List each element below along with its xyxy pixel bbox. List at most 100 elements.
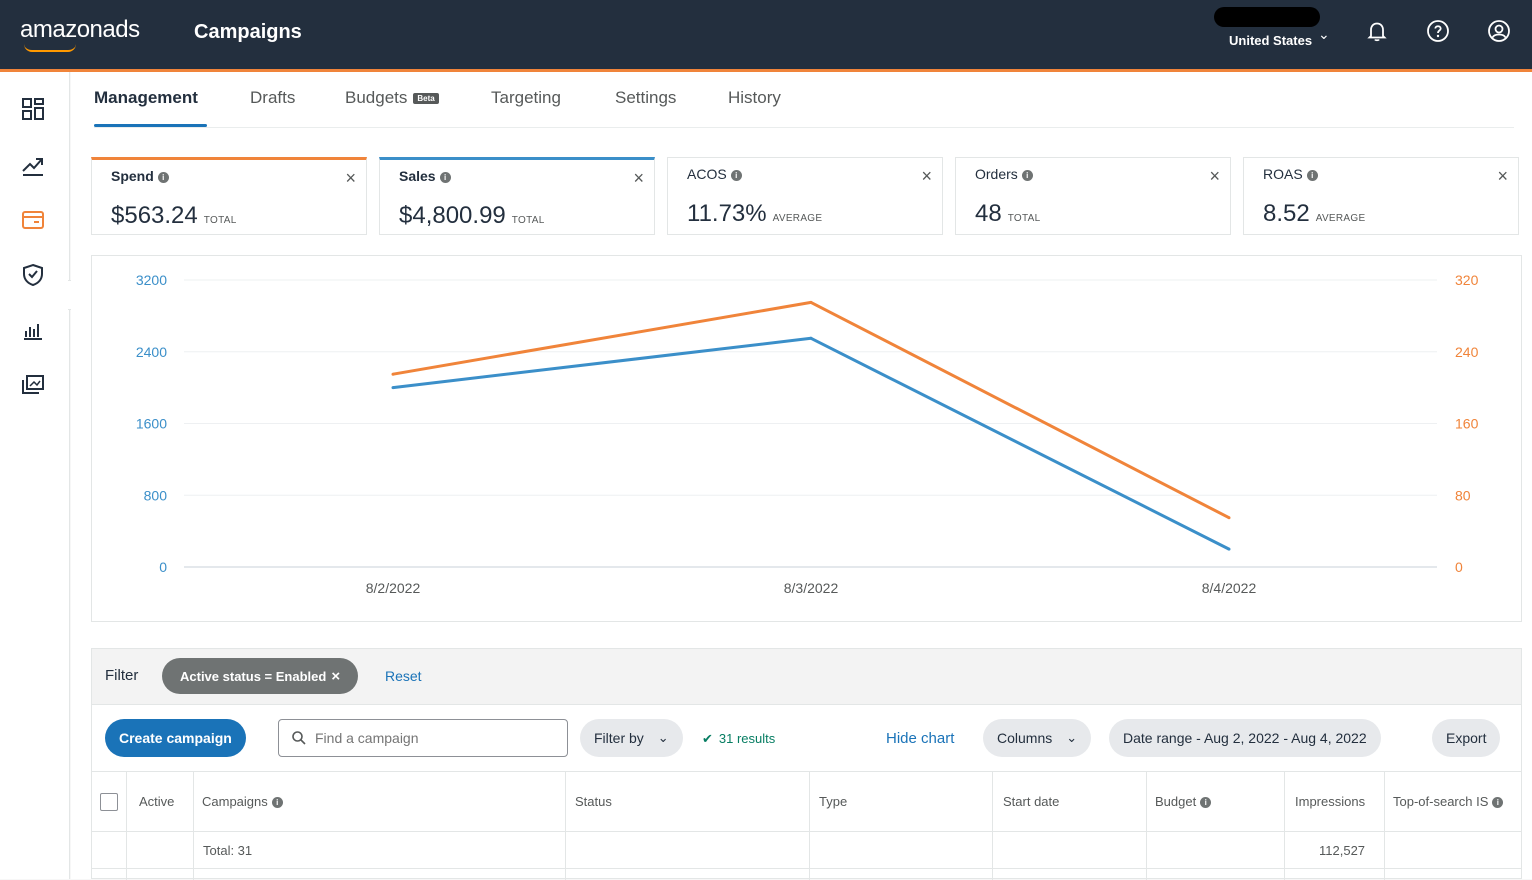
y-axis-left-tick: 0 [159,559,167,575]
column-header-budget[interactable]: Budget i [1155,794,1212,809]
tab-management[interactable]: Management [94,88,207,127]
metric-value: 8.52 AVERAGE [1263,200,1366,227]
column-header-status[interactable]: Status [575,794,612,809]
y-axis-right-tick: 240 [1455,344,1479,360]
chevron-down-icon: ⌄ [1066,730,1078,745]
x-axis-tick: 8/4/2022 [1202,580,1257,596]
data-point-sales [809,336,813,340]
filter-label: Filter [105,667,139,684]
bell-icon[interactable] [1364,18,1390,44]
date-range-picker[interactable]: Date range - Aug 2, 2022 - Aug 4, 2022 [1109,719,1381,757]
info-icon[interactable]: i [157,171,169,183]
filter-row: Filter Active status = Enabled × Reset [92,649,1521,705]
search-input[interactable] [315,730,545,746]
tab-settings[interactable]: Settings [615,88,676,108]
search-icon [292,731,306,745]
series-line-sales [392,336,1230,551]
tab-history[interactable]: History [728,88,781,108]
y-axis-right-tick: 160 [1455,416,1479,432]
metric-name: ACOS i [687,166,742,182]
column-header-impressions[interactable]: Impressions [1295,794,1383,809]
close-icon[interactable]: × [921,166,932,187]
metric-card-spend[interactable]: Spend i × $563.24 TOTAL [91,157,367,235]
close-icon[interactable]: × [345,168,356,189]
column-header-top-of-search[interactable]: Top-of-search IS i [1393,794,1504,809]
chevron-down-icon: ⌄ [657,730,669,745]
metric-name: Spend i [111,168,169,184]
x-axis-tick: 8/2/2022 [366,580,421,596]
hide-chart-link[interactable]: Hide chart [886,730,954,747]
metric-name: ROAS i [1263,166,1318,182]
total-impressions: 112,527 [1319,843,1366,858]
country-selector[interactable]: United States [1229,33,1312,48]
close-icon[interactable]: × [331,668,340,685]
reset-filter-link[interactable]: Reset [385,668,422,684]
filter-by-dropdown[interactable]: Filter by ⌄ [580,719,683,757]
info-icon[interactable]: i [1492,797,1504,809]
metric-name: Orders i [975,166,1033,182]
filter-chip-active-status[interactable]: Active status = Enabled × [162,658,359,694]
media-library-icon[interactable] [18,370,48,400]
campaign-search[interactable] [278,719,568,757]
table-total-row: Total: 31 112,527 [92,833,1521,869]
filter-chip-label: Active status = Enabled [180,668,327,684]
column-header-campaigns[interactable]: Campaigns i [202,794,283,809]
logo-smile [24,44,76,52]
info-icon[interactable]: i [1200,797,1212,809]
metric-value: $4,800.99 TOTAL [399,202,545,229]
reports-icon[interactable] [18,315,48,345]
checkmark-icon: ✔ [702,731,713,746]
campaigns-icon[interactable] [18,205,48,235]
trend-icon[interactable] [18,150,48,180]
shield-icon[interactable] [18,260,48,290]
chevron-down-icon[interactable]: ⌄ [1318,26,1330,43]
active-tab-indicator [94,124,207,127]
dashboard-icon[interactable] [18,94,48,124]
close-icon[interactable]: × [633,168,644,189]
x-axis-tick: 8/3/2022 [784,580,839,596]
tab-drafts[interactable]: Drafts [250,88,295,108]
export-button[interactable]: Export [1432,719,1501,757]
metric-card-roas[interactable]: ROAS i × 8.52 AVERAGE [1243,157,1519,235]
metric-card-orders[interactable]: Orders i × 48 TOTAL [955,157,1231,235]
line-chart-svg: 3200 3202400 2401600 160800 800 08/2/2022 8/3/… [136,272,1479,596]
user-account-icon[interactable] [1486,18,1512,44]
tab-budgets[interactable]: Budgets Beta [345,88,439,108]
info-icon[interactable]: i [1306,169,1318,181]
y-axis-left-tick: 800 [144,487,168,503]
metric-value: 11.73% AVERAGE [687,200,823,227]
info-icon[interactable]: i [271,797,283,809]
tab-targeting[interactable]: Targeting [491,88,561,108]
data-point-spend [809,300,813,304]
metric-card-sales[interactable]: Sales i × $4,800.99 TOTAL [379,157,655,235]
column-header-active[interactable]: Active [139,794,174,809]
help-icon[interactable] [1425,18,1451,44]
metric-value: $563.24 TOTAL [111,202,237,229]
close-icon[interactable]: × [1209,166,1220,187]
column-header-type[interactable]: Type [819,794,847,809]
info-icon[interactable]: i [1021,169,1033,181]
metric-card-acos[interactable]: ACOS i × 11.73% AVERAGE [667,157,943,235]
amazon-ads-logo[interactable]: amazonads [20,16,140,44]
performance-chart: 3200 320 2400 240 1600 160 800 80 0 0 8/2/2022 8/3/… [91,255,1522,622]
total-campaigns: Total: 31 [203,843,253,858]
campaign-table-panel: Filter Active status = Enabled × Reset C… [91,648,1522,880]
y-axis-left-tick: 3200 [136,272,167,288]
account-name-redacted[interactable] [1214,7,1320,27]
data-point-sales [391,386,395,390]
left-nav-rail [0,72,70,879]
close-icon[interactable]: × [1497,166,1508,187]
table-header-row: Active Campaigns i Status Type Start date… [92,771,1521,832]
y-axis-right-tick: 320 [1455,272,1479,288]
tab-label: Budgets [345,88,408,107]
column-header-start-date[interactable]: Start date [1003,794,1059,809]
select-all-checkbox[interactable] [100,793,118,811]
columns-dropdown[interactable]: Columns ⌄ [983,719,1092,757]
info-icon[interactable]: i [439,171,451,183]
columns-label: Columns [997,730,1053,746]
tab-label: Management [94,88,198,107]
metric-name: Sales i [399,168,451,184]
create-campaign-button[interactable]: Create campaign [105,719,246,757]
results-count: ✔ 31 results [702,731,776,746]
info-icon[interactable]: i [730,169,742,181]
